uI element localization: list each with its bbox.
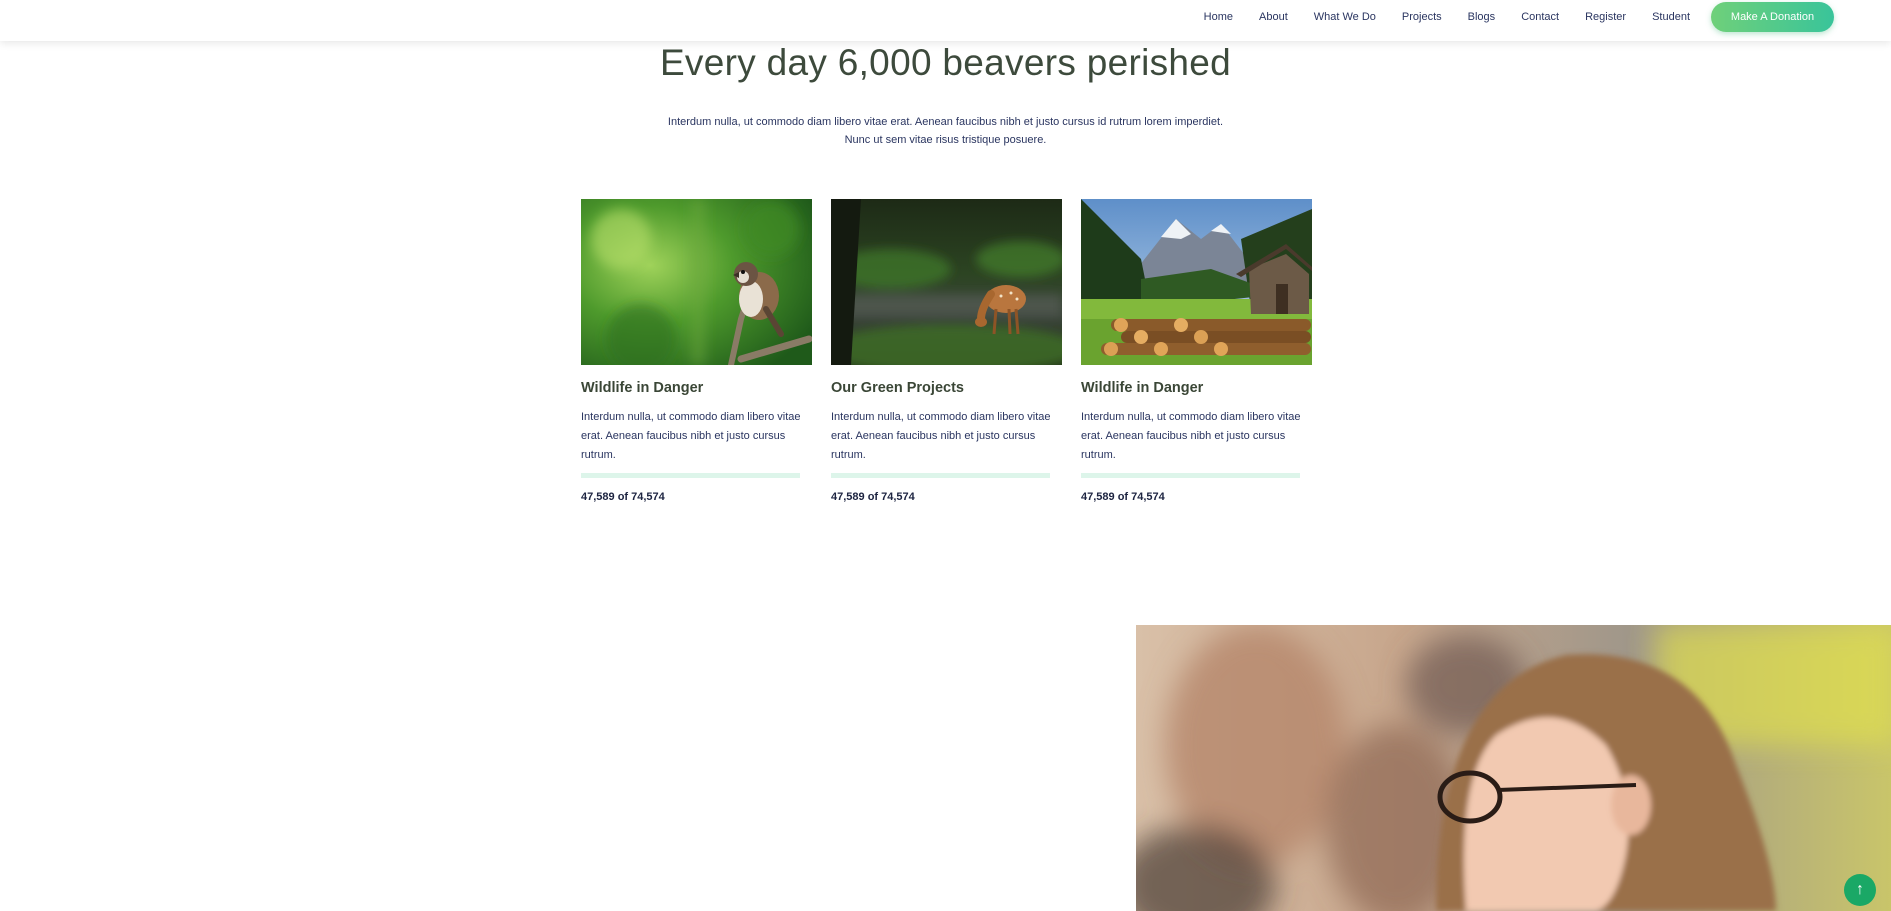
progress-bar xyxy=(1081,473,1300,478)
deer-photo[interactable] xyxy=(831,199,1062,365)
nav-home[interactable]: Home xyxy=(1204,11,1233,23)
logs-cabin-photo[interactable] xyxy=(1081,199,1312,365)
intro-text: Interdum nulla, ut commodo diam libero v… xyxy=(0,113,1891,149)
project-card-wildlife-2[interactable]: Wildlife in Danger Interdum nulla, ut co… xyxy=(1081,199,1312,503)
page-title: Every day 6,000 beavers perished xyxy=(659,42,1232,83)
main-nav: Home About What We Do Projects Blogs Con… xyxy=(1204,0,1690,33)
card-title[interactable]: Our Green Projects xyxy=(831,380,964,396)
progress-fill xyxy=(581,473,800,478)
progress-bar xyxy=(581,473,800,478)
card-title[interactable]: Wildlife in Danger xyxy=(1081,380,1203,396)
volunteer-photo xyxy=(1136,625,1891,911)
card-text: Interdum nulla, ut commodo diam libero v… xyxy=(1081,411,1301,461)
nav-blogs[interactable]: Blogs xyxy=(1468,11,1496,23)
nav-about[interactable]: About xyxy=(1259,11,1288,23)
progress-bar xyxy=(831,473,1050,478)
raised-amount: 47,589 of 74,574 xyxy=(581,491,665,503)
make-donation-button[interactable]: Make A Donation xyxy=(1711,2,1834,32)
sparrow-photo[interactable] xyxy=(581,199,812,365)
intro-line-2: Nunc ut sem vitae risus tristique posuer… xyxy=(844,134,1047,146)
raised-amount: 47,589 of 74,574 xyxy=(1081,491,1165,503)
card-text: Interdum nulla, ut commodo diam libero v… xyxy=(831,411,1051,461)
nav-what-we-do[interactable]: What We Do xyxy=(1314,11,1376,23)
progress-fill xyxy=(1081,473,1300,478)
project-card-wildlife-1[interactable]: Wildlife in Danger Interdum nulla, ut co… xyxy=(581,199,812,503)
progress-fill xyxy=(831,473,1050,478)
card-text: Interdum nulla, ut commodo diam libero v… xyxy=(581,411,801,461)
card-title[interactable]: Wildlife in Danger xyxy=(581,380,703,396)
project-card-green[interactable]: Our Green Projects Interdum nulla, ut co… xyxy=(831,199,1062,503)
scroll-to-top-button[interactable]: ↑ xyxy=(1844,874,1876,906)
site-header: Home About What We Do Projects Blogs Con… xyxy=(0,0,1891,41)
nav-register[interactable]: Register xyxy=(1585,11,1626,23)
intro-line-1: Interdum nulla, ut commodo diam libero v… xyxy=(667,116,1224,128)
nav-projects[interactable]: Projects xyxy=(1402,11,1442,23)
nav-contact[interactable]: Contact xyxy=(1521,11,1559,23)
raised-amount: 47,589 of 74,574 xyxy=(831,491,915,503)
nav-student[interactable]: Student xyxy=(1652,11,1690,23)
arrow-up-icon: ↑ xyxy=(1856,881,1864,898)
